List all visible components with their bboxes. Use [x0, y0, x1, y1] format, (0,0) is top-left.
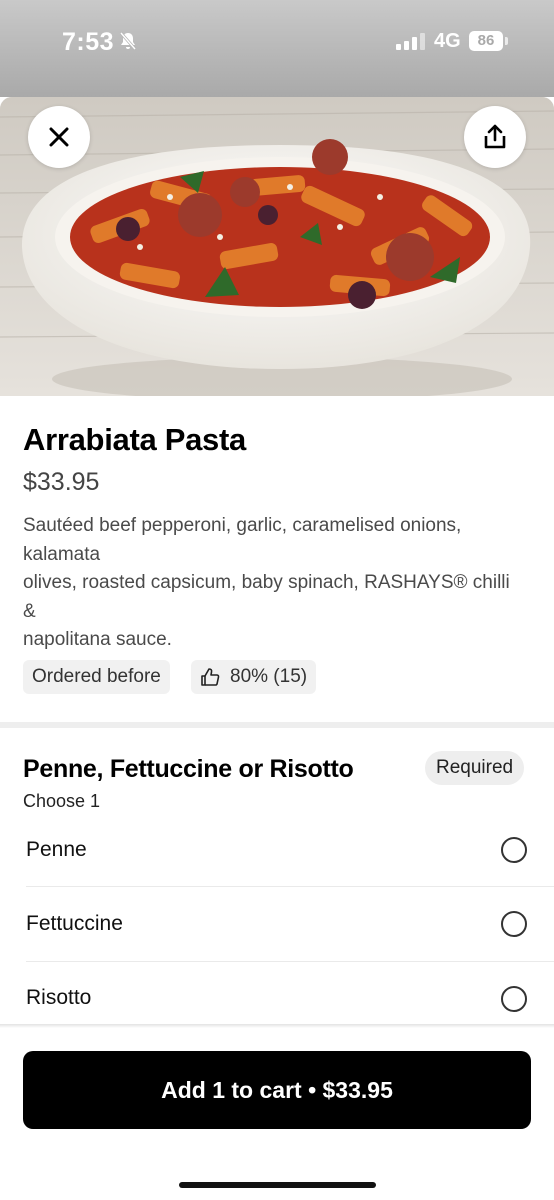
- network-label: 4G: [434, 30, 461, 52]
- share-icon: [484, 124, 506, 149]
- option-penne[interactable]: Penne: [26, 812, 554, 887]
- option-label: Penne: [26, 838, 87, 861]
- option-group-title: Penne, Fettuccine or Risotto: [23, 755, 354, 783]
- description-line: &: [23, 600, 36, 622]
- signal-icon: [396, 33, 425, 50]
- footer-divider: [0, 1024, 554, 1028]
- option-group-subtitle: Choose 1: [23, 791, 101, 811]
- radio-button[interactable]: [501, 986, 527, 1012]
- rating-label: 80% (15): [230, 666, 308, 687]
- option-label: Risotto: [26, 986, 92, 1009]
- description-line: olives, roasted capsicum, baby spinach, …: [23, 572, 510, 593]
- description-line: napolitana sauce.: [23, 629, 172, 650]
- item-title: Arrabiata Pasta: [23, 422, 246, 457]
- battery-tip: [505, 37, 508, 45]
- home-indicator[interactable]: [179, 1182, 376, 1188]
- thumbs-up-icon: [201, 668, 220, 686]
- ordered-before-badge: Ordered before: [23, 660, 170, 694]
- close-icon: [49, 127, 69, 147]
- status-bar: 7:53 4G 86: [0, 0, 554, 97]
- battery-icon: 86: [469, 31, 503, 51]
- radio-button[interactable]: [501, 911, 527, 937]
- rating-badge: 80% (15): [191, 660, 317, 694]
- share-button[interactable]: [464, 106, 526, 168]
- close-button[interactable]: [28, 106, 90, 168]
- ordered-before-label: Ordered before: [32, 666, 161, 687]
- description-line: kalamata: [23, 543, 101, 565]
- item-price: $33.95: [23, 468, 100, 496]
- option-label: Fettuccine: [26, 912, 123, 935]
- required-badge: Required: [425, 751, 525, 785]
- option-fettuccine[interactable]: Fettuccine: [26, 887, 554, 962]
- add-to-cart-button[interactable]: Add 1 to cart • $33.95: [23, 1051, 531, 1129]
- bell-slash-icon: [119, 32, 137, 50]
- item-description: Sautéed beef pepperoni, garlic, carameli…: [23, 512, 543, 655]
- description-line: Sautéed beef pepperoni, garlic, carameli…: [23, 515, 462, 536]
- section-divider: [0, 722, 554, 728]
- status-time: 7:53: [62, 28, 115, 56]
- radio-button[interactable]: [501, 837, 527, 863]
